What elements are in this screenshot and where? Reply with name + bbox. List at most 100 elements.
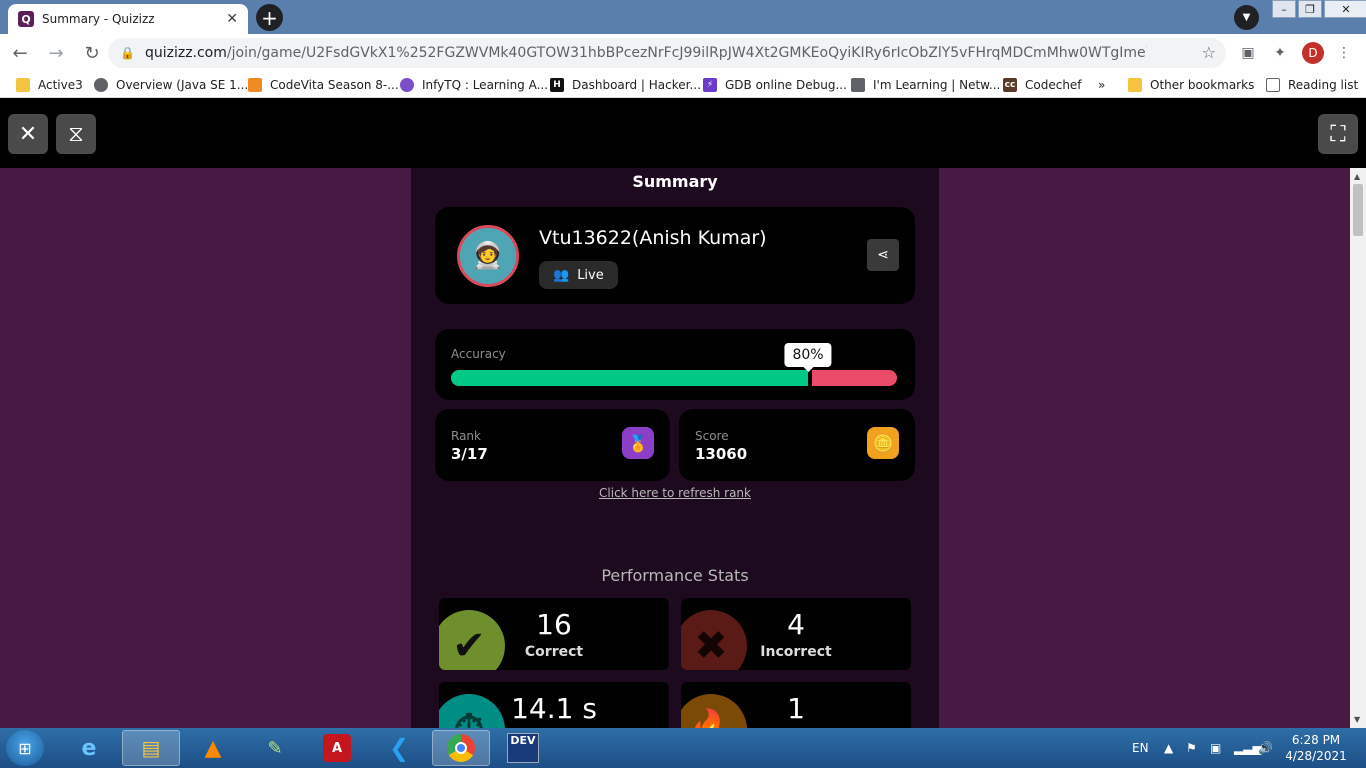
share-button[interactable]: ⋖ (867, 239, 899, 271)
score-value: 13060 (695, 445, 748, 463)
taskbar-app[interactable] (432, 730, 490, 766)
new-tab-button[interactable]: + (256, 4, 283, 31)
astronaut-avatar-icon: 🧑‍🚀 (471, 241, 505, 271)
vscode-icon: ❮ (388, 734, 410, 762)
accuracy-bar-correct (451, 370, 808, 386)
medal-icon: 🏅 (622, 427, 654, 459)
volume-icon[interactable]: 🔊 (1258, 728, 1273, 768)
mute-button[interactable]: ⧖ (56, 114, 96, 154)
taskbar-app[interactable]: e (60, 730, 118, 766)
stat-incorrect: ✖ 4 Incorrect (681, 598, 911, 670)
bookmark-active3[interactable]: Active3 (16, 76, 83, 94)
tab-title: Summary - Quizizz (42, 12, 155, 26)
chrome-menu-icon[interactable]: ⋮ (1334, 43, 1354, 63)
window-close-icon[interactable]: ✕ (1324, 0, 1366, 18)
stat-time-per-question: ⏱ 14.1 s (439, 682, 669, 728)
address-bar[interactable]: 🔒 quizizz.com/join/game/U2FsdGVkX1%252FG… (108, 38, 1226, 68)
reload-icon[interactable]: ↻ (76, 37, 108, 69)
scroll-down-icon[interactable]: ▼ (1354, 715, 1360, 724)
scrollbar-thumb[interactable] (1353, 184, 1363, 236)
extensions-puzzle-icon[interactable]: ✦ (1270, 43, 1290, 63)
bookmark-label: » (1098, 78, 1106, 92)
folder-icon (16, 78, 30, 92)
share-icon: ⋖ (877, 247, 889, 263)
url-host: quizizz.com (144, 45, 227, 61)
refresh-rank-link[interactable]: Click here to refresh rank (411, 486, 939, 500)
clock-time: 6:28 PM (1291, 733, 1341, 747)
forward-icon[interactable]: → (40, 37, 72, 69)
lock-icon: 🔒 (120, 46, 135, 60)
bookmark-java-overview[interactable]: Overview (Java SE 1... (94, 76, 248, 94)
folder-icon (1128, 78, 1142, 92)
performance-stats-title: Performance Stats (601, 566, 749, 585)
system-clock[interactable]: 6:28 PM 4/28/2021 (1284, 732, 1348, 764)
scroll-up-icon[interactable]: ▲ (1354, 172, 1360, 181)
stat-value: 16 (536, 608, 572, 641)
stat-label: Correct (524, 644, 584, 660)
fullscreen-icon: ⛶ (1330, 121, 1346, 147)
summary-page: Summary 🧑‍🚀 Vtu13622(Anish Kumar) 👥 Live… (0, 168, 1350, 728)
language-indicator[interactable]: EN (1132, 728, 1149, 768)
gdb-icon: ⚡ (703, 78, 717, 92)
fullscreen-button[interactable]: ⛶ (1318, 114, 1358, 154)
taskbar-app[interactable]: A (308, 730, 366, 766)
infytq-icon (400, 78, 414, 92)
bookmark-reading-list[interactable]: Reading list (1266, 76, 1358, 94)
back-icon[interactable]: ← (4, 37, 36, 69)
accuracy-card: Accuracy 80% (435, 329, 915, 400)
taskbar-app[interactable]: ▲ (184, 730, 242, 766)
bookmark-label: GDB online Debug... (725, 78, 847, 92)
close-icon: ✕ (18, 121, 38, 147)
quizizz-favicon-icon: Q (18, 11, 34, 27)
coins-icon: 🪙 (867, 427, 899, 459)
bookmark-codevita[interactable]: CodeVita Season 8-... (248, 76, 399, 94)
browser-toolbar: ← → ↻ 🔒 quizizz.com/join/game/U2FsdGVkX1… (0, 34, 1366, 72)
close-game-button[interactable]: ✕ (8, 114, 48, 154)
devcpp-icon: DEV (507, 733, 539, 763)
mode-label: Live (577, 267, 604, 283)
codevita-icon (248, 78, 262, 92)
player-name: Vtu13622(Anish Kumar) (539, 227, 767, 249)
clock-date: 4/28/2021 (1285, 749, 1347, 763)
bookmark-star-icon[interactable]: ☆ (1202, 43, 1216, 62)
accuracy-label: Accuracy (451, 347, 506, 361)
windows-logo-icon: ⊞ (18, 738, 32, 758)
windows-taskbar: ⊞ e ▤ ▲ ✎ A ❮ DEV EN ▲ ⚑ ▣ ▂▃▅ 🔊 6:28 PM… (0, 728, 1366, 768)
bookmark-label: I'm Learning | Netw... (873, 78, 1001, 92)
bookmark-other-bookmarks[interactable]: Other bookmarks (1128, 76, 1254, 94)
extension-icon[interactable]: ▣ (1238, 43, 1258, 63)
start-button[interactable]: ⊞ (6, 730, 44, 766)
bookmarks-overflow-button[interactable]: » (1098, 76, 1105, 94)
bookmark-codechef[interactable]: cc Codechef (1003, 76, 1082, 94)
show-hidden-icons[interactable]: ▲ (1164, 728, 1173, 768)
mode-badge: 👥 Live (539, 261, 618, 289)
taskbar-app[interactable]: DEV (494, 730, 552, 766)
maximize-icon[interactable]: ❐ (1298, 0, 1322, 18)
taskbar-app[interactable]: ▤ (122, 730, 180, 766)
browser-tab[interactable]: Q Summary - Quizizz ✕ (8, 4, 248, 34)
mute-icon: ⧖ (68, 121, 84, 147)
device-icon[interactable]: ▣ (1210, 728, 1221, 768)
tab-search-icon[interactable]: ▼ (1234, 5, 1259, 30)
ie-icon: e (81, 735, 97, 761)
bookmark-label: Overview (Java SE 1... (116, 78, 249, 92)
page-scrollbar[interactable]: ▲ ▼ (1350, 168, 1366, 728)
minimize-icon[interactable]: – (1272, 0, 1296, 18)
action-center-icon[interactable]: ⚑ (1186, 728, 1197, 768)
group-icon: 👥 (553, 267, 570, 283)
cisco-icon (851, 78, 865, 92)
accuracy-tooltip: 80% (784, 343, 832, 372)
bookmark-infytq[interactable]: InfyTQ : Learning A... (400, 76, 548, 94)
stat-streak: 🔥 1 (681, 682, 911, 728)
bookmark-netacad[interactable]: I'm Learning | Netw... (851, 76, 1000, 94)
tab-close-icon[interactable]: ✕ (226, 11, 238, 27)
browser-tab-strip: Q Summary - Quizizz ✕ + ▼ – ❐ ✕ (0, 0, 1366, 34)
stat-value: 14.1 s (511, 692, 597, 725)
player-card: 🧑‍🚀 Vtu13622(Anish Kumar) 👥 Live ⋖ (435, 207, 915, 304)
profile-avatar[interactable]: D (1302, 42, 1324, 64)
taskbar-app[interactable]: ❮ (370, 730, 428, 766)
bookmark-gdb[interactable]: ⚡ GDB online Debug... (703, 76, 847, 94)
bookmark-hackerrank[interactable]: H Dashboard | Hacker... (550, 76, 701, 94)
bookmark-label: Other bookmarks (1150, 78, 1255, 92)
taskbar-app[interactable]: ✎ (246, 730, 304, 766)
